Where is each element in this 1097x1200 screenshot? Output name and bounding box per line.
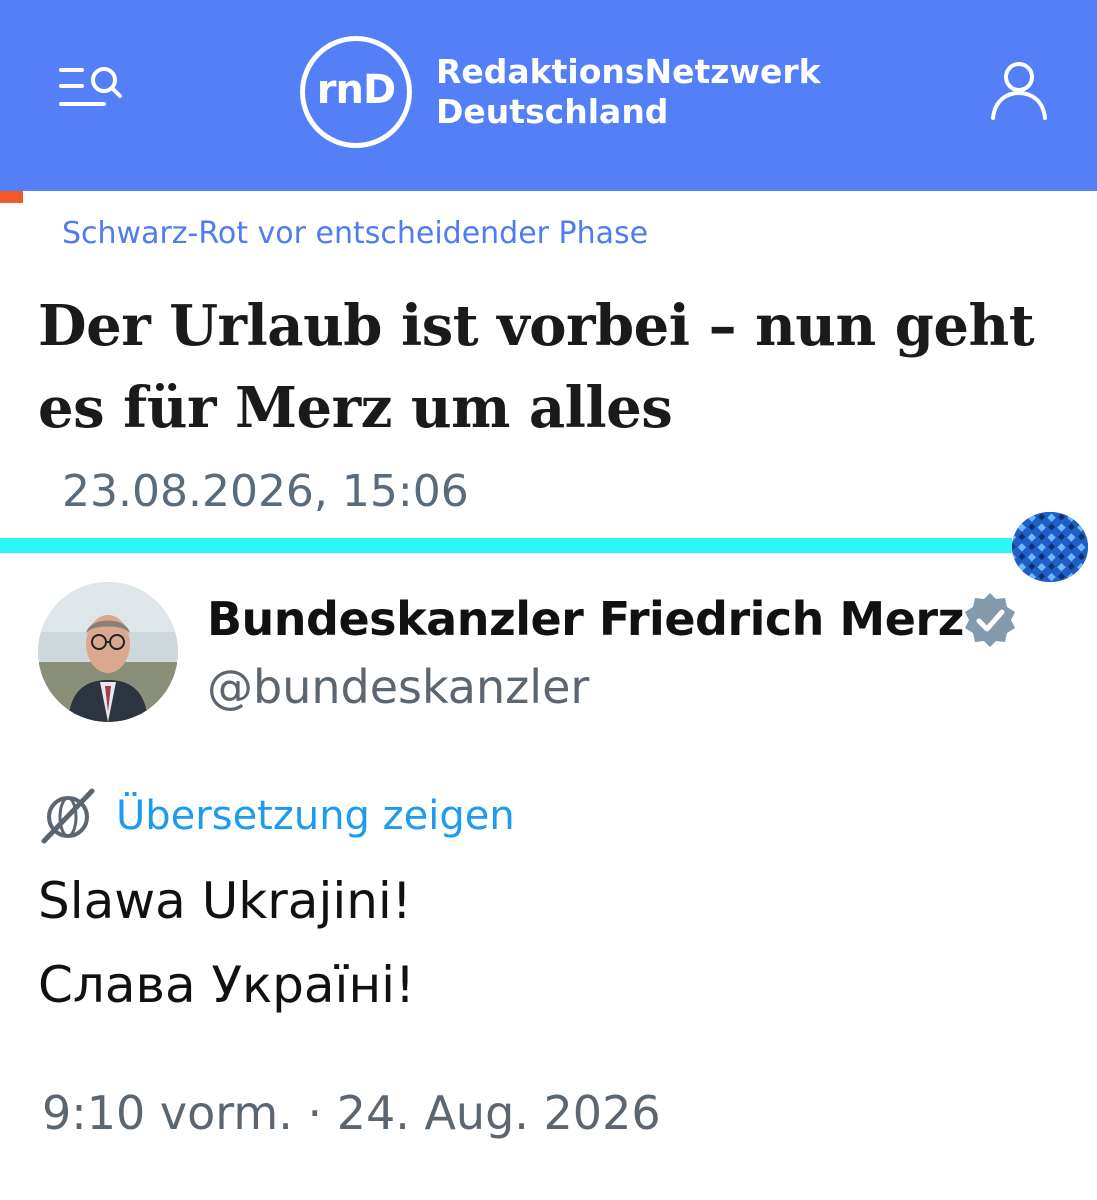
- brand-name[interactable]: RedaktionsNetzwerk Deutschland: [436, 52, 821, 132]
- divider-line: [0, 538, 1012, 553]
- tweet-text-line-1: Slawa Ukrajini!: [38, 872, 412, 930]
- logo-text: rnD: [316, 67, 396, 113]
- brand-line-1: RedaktionsNetzwerk: [436, 52, 821, 91]
- menu-search-icon[interactable]: [58, 62, 124, 116]
- verified-badge-icon: [960, 590, 1020, 650]
- avatar[interactable]: [38, 582, 178, 722]
- tweet-text-line-2: Слава Україні!: [38, 956, 416, 1014]
- article-headline[interactable]: Der Urlaub ist vorbei – nun geht es für …: [38, 285, 1068, 449]
- tweet-timestamp[interactable]: 9:10 vorm. · 24. Aug. 2026: [42, 1086, 661, 1140]
- orange-accent-mark: [0, 191, 23, 203]
- author-name[interactable]: Bundeskanzler Friedrich Merz: [207, 592, 964, 646]
- globe-slash-icon: [41, 788, 95, 844]
- brand-line-2: Deutschland: [436, 92, 669, 131]
- site-header: rnD RedaktionsNetzwerk Deutschland: [0, 0, 1097, 191]
- translate-label: Übersetzung zeigen: [116, 793, 515, 839]
- author-handle[interactable]: @bundeskanzler: [207, 660, 589, 714]
- rnd-logo[interactable]: rnD: [300, 36, 412, 148]
- pattern-badge-icon: [1012, 512, 1088, 582]
- article-kicker[interactable]: Schwarz-Rot vor entscheidender Phase: [62, 216, 648, 251]
- user-icon[interactable]: [989, 60, 1049, 122]
- article-date: 23.08.2026, 15:06: [62, 466, 469, 517]
- headline-line-2: es für Merz um alles: [38, 375, 673, 441]
- headline-line-1: Der Urlaub ist vorbei – nun geht: [38, 293, 1035, 359]
- translate-link[interactable]: Übersetzung zeigen: [38, 788, 515, 844]
